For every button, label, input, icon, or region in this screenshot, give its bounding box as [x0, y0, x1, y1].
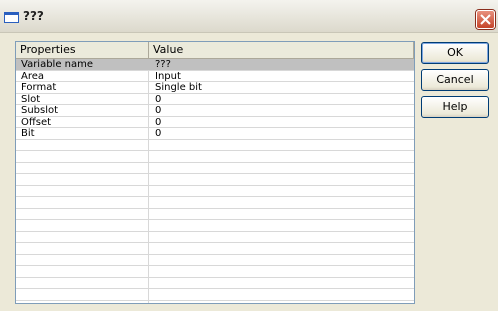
property-value[interactable]: Single bit [155, 82, 410, 93]
property-name: Offset [21, 116, 52, 128]
property-value[interactable]: Input [155, 71, 410, 82]
window-title: ??? [23, 9, 44, 23]
table-row[interactable]: Slot 0 [16, 93, 414, 105]
property-name: Area [21, 70, 45, 82]
empty-row[interactable] [16, 140, 414, 151]
properties-list[interactable]: Properties Value Variable name??? Area Inp… [15, 41, 415, 304]
property-name: Subslot [21, 105, 59, 116]
table-row[interactable]: Bit 0 [16, 128, 414, 140]
empty-row[interactable] [16, 163, 414, 174]
ok-button[interactable]: OK [421, 42, 489, 64]
empty-row[interactable] [16, 220, 414, 232]
cancel-button[interactable]: Cancel [421, 69, 489, 91]
empty-row[interactable] [16, 232, 414, 243]
table-row[interactable]: Offset 0 [16, 116, 414, 128]
help-button[interactable]: Help [421, 96, 489, 118]
property-name: Slot [21, 93, 41, 105]
property-value[interactable]: 0 [155, 128, 410, 139]
property-value[interactable]: 0 [155, 94, 410, 105]
empty-row[interactable] [16, 197, 414, 209]
table-row[interactable]: Variable name??? [16, 59, 414, 71]
column-header-value[interactable]: Value [149, 42, 414, 59]
table-row[interactable]: Subslot 0 [16, 105, 414, 117]
empty-row[interactable] [16, 174, 414, 186]
empty-row[interactable] [16, 151, 414, 163]
column-header-properties[interactable]: Properties [16, 42, 149, 59]
empty-row[interactable] [16, 243, 414, 255]
empty-row[interactable] [16, 278, 414, 289]
close-button[interactable] [476, 10, 495, 29]
list-rows: Variable name??? Area Input Format Single bi… [16, 59, 414, 301]
empty-row[interactable] [16, 209, 414, 220]
window-icon [4, 12, 19, 23]
property-value[interactable]: ??? [155, 59, 410, 70]
property-value[interactable]: 0 [155, 105, 410, 116]
property-name: Bit [21, 128, 35, 139]
title-bar[interactable]: ??? [0, 0, 498, 33]
table-row[interactable]: Area Input [16, 70, 414, 82]
close-icon [480, 14, 491, 25]
empty-row[interactable] [16, 186, 414, 197]
property-name: Format [21, 82, 57, 93]
empty-row[interactable] [16, 289, 414, 301]
property-value[interactable]: 0 [155, 117, 410, 128]
table-row[interactable]: Format Single bit [16, 82, 414, 94]
empty-row[interactable] [16, 255, 414, 266]
property-name: Variable name [21, 59, 94, 70]
empty-row[interactable] [16, 266, 414, 278]
